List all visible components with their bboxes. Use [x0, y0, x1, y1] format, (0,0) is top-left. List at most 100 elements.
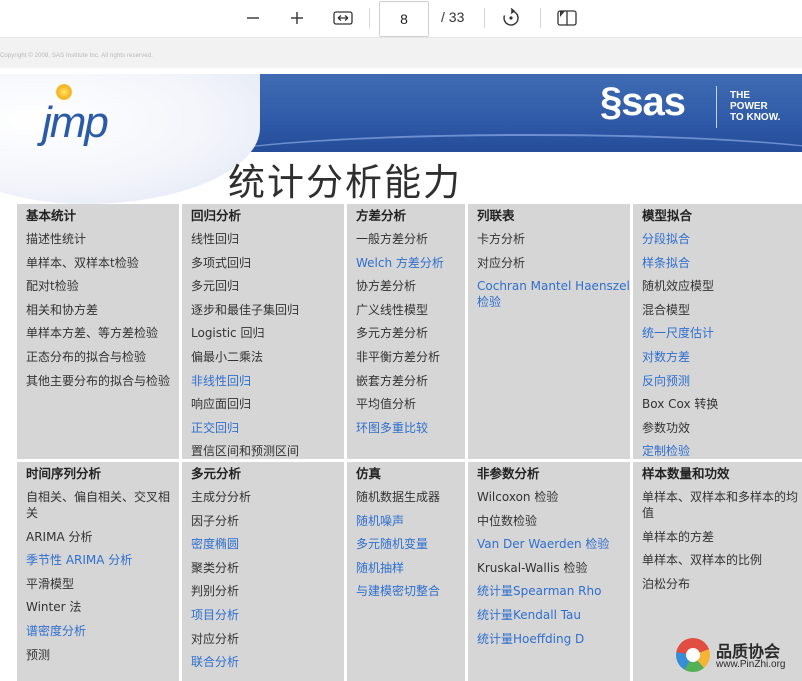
category-header: 多元分析 [191, 466, 242, 481]
feature-item: 随机效应模型 [642, 279, 715, 294]
feature-item: 单样本方差、等方差检验 [26, 326, 159, 341]
feature-item: 单样本、双样本的比例 [642, 553, 763, 568]
feature-link[interactable]: 密度椭圆 [191, 536, 344, 552]
feature-item: 正态分布的拟合与检验 [26, 349, 147, 364]
feature-item: 多元方差分析 [356, 326, 429, 341]
feature-link[interactable]: 统一尺度估计 [642, 325, 802, 341]
category-header: 基本统计 [26, 208, 77, 223]
feature-link[interactable]: 季节性 ARIMA 分析 [26, 552, 179, 568]
feature-link[interactable]: Van Der Waerden 检验 [477, 536, 630, 552]
category-cell: 非参数分析 Wilcoxon 检验 中位数检验 Van Der Waerden 检验 K… [468, 462, 630, 681]
flower-logo-icon [676, 638, 710, 672]
feature-item: 平滑模型 [26, 576, 75, 591]
feature-link[interactable]: 样条拟合 [642, 255, 802, 271]
zoom-in-button[interactable] [284, 6, 310, 30]
feature-link[interactable]: 统计量Kendall Tau [477, 607, 630, 623]
category-header: 样本数量和功效 [642, 466, 730, 481]
feature-item: 主成分分析 [191, 490, 252, 504]
feature-item: 描述性统计 [26, 232, 87, 246]
feature-link[interactable]: 与建模密切整合 [356, 583, 465, 599]
feature-item: 卡方分析 [477, 232, 526, 246]
feature-item: 平均值分析 [356, 397, 417, 412]
feature-item: 因子分析 [191, 513, 240, 528]
feature-item: 线性回归 [191, 232, 240, 246]
feature-item: 对应分析 [191, 631, 240, 646]
pdf-toolbar: 8 / 33 [0, 0, 802, 38]
feature-link[interactable]: 联合分析 [191, 654, 344, 670]
page-total: / 33 [441, 9, 465, 25]
category-header: 模型拟合 [642, 208, 693, 223]
table-row: 基本统计 描述性统计 单样本、双样本t检验 配对t检验 相关和协方差 单样本方差、等方差检… [17, 204, 802, 459]
feature-link[interactable]: 定制检验 [642, 443, 802, 459]
rotate-icon [503, 8, 519, 26]
feature-item: 协方差分析 [356, 279, 417, 294]
feature-item: 多元回归 [191, 279, 240, 294]
feature-link[interactable]: 随机抽样 [356, 560, 465, 576]
feature-link[interactable]: Cochran Mantel Haenszel 检验 [477, 278, 630, 310]
category-header: 仿真 [356, 466, 382, 481]
sas-tagline-line: POWER [730, 101, 768, 112]
sas-tagline-line: THE [730, 90, 750, 101]
sas-tagline-line: TO KNOW. [730, 112, 781, 123]
rotate-button[interactable] [498, 6, 524, 30]
feature-item: 判别分析 [191, 584, 240, 599]
category-header: 非参数分析 [477, 466, 540, 481]
feature-link[interactable]: 反向预测 [642, 373, 802, 389]
category-cell: 仿真 随机数据生成器 随机噪声 多元随机变量 随机抽样 与建模密切整合 [347, 462, 465, 681]
feature-link[interactable]: 正交回归 [191, 420, 344, 436]
feature-link[interactable]: 谱密度分析 [26, 623, 179, 639]
feature-link[interactable]: Welch 方差分析 [356, 255, 465, 271]
category-cell: 模型拟合 分段拟合 样条拟合 随机效应模型 混合模型 统一尺度估计 对数方差 反向预测 Box … [633, 204, 802, 459]
feature-item: 单样本、双样本和多样本的均值 [642, 490, 799, 520]
feature-link[interactable]: 统计量Spearman Rho [477, 583, 630, 599]
slide-banner: jmp §sas THE POWER TO KNOW. 统计分析能力 [0, 74, 802, 204]
category-cell: 回归分析线性回归多项式回归多元回归逐步和最佳子集回归 Logistic 回归 偏最小… [182, 204, 344, 459]
fit-width-icon [333, 11, 353, 25]
feature-item: 中位数检验 [477, 513, 538, 528]
watermark-url: www.PinZhi.org [716, 659, 786, 670]
sas-tagline: THE POWER TO KNOW. [730, 90, 780, 123]
jmp-logo: jmp [42, 98, 109, 147]
feature-item: 对应分析 [477, 255, 526, 270]
watermark: 品质协会 www.PinZhi.org [676, 634, 802, 677]
feature-item: Kruskal-Wallis 检验 [477, 560, 588, 575]
feature-item: 预测 [26, 647, 51, 662]
category-header: 方差分析 [356, 208, 407, 223]
feature-item: 偏最小二乘法 [191, 349, 264, 364]
feature-item: 逐步和最佳子集回归 [191, 302, 300, 317]
feature-link[interactable]: 项目分析 [191, 607, 344, 623]
feature-item: 置信区间和预测区间 [191, 444, 300, 459]
page-view-button[interactable] [554, 6, 580, 30]
feature-item: 相关和协方差 [26, 302, 99, 317]
feature-item: 多项式回归 [191, 255, 252, 270]
plus-icon [291, 12, 303, 24]
feature-item: 一般方差分析 [356, 232, 429, 246]
feature-item: 参数功效 [642, 420, 691, 435]
page-title: 统计分析能力 [228, 161, 462, 204]
feature-item: Logistic 回归 [191, 326, 265, 341]
feature-item: 单样本的方差 [642, 529, 715, 544]
feature-item: Winter 法 [26, 600, 82, 615]
feature-item: 非平衡方差分析 [356, 349, 441, 364]
page-number-input[interactable]: 8 [379, 1, 429, 37]
zoom-out-button[interactable] [240, 6, 266, 30]
feature-link[interactable]: 统计量Hoeffding D [477, 631, 630, 647]
feature-link[interactable]: 多元随机变量 [356, 536, 465, 552]
feature-link[interactable]: 分段拟合 [642, 231, 802, 247]
category-header: 回归分析 [191, 208, 242, 223]
category-cell: 基本统计 描述性统计 单样本、双样本t检验 配对t检验 相关和协方差 单样本方差、等方差检… [17, 204, 179, 459]
feature-item: 聚类分析 [191, 560, 240, 575]
category-cell: 列联表 卡方分析 对应分析 Cochran Mantel Haenszel 检验 [468, 204, 630, 459]
copyright-text: Copyright © 2008, SAS Institute Inc. All… [0, 53, 153, 59]
category-cell: 方差分析 一般方差分析 Welch 方差分析 协方差分析 广义线性模型 多元方差分析 非平衡… [347, 204, 465, 459]
feature-link[interactable]: 环图多重比较 [356, 420, 465, 436]
category-cell: 时间序列分析 自相关、偏自相关、交叉相关 ARIMA 分析 季节性 ARIMA 分析平… [17, 462, 179, 681]
feature-item: 配对t检验 [26, 279, 79, 294]
feature-item: 其他主要分布的拟合与检验 [26, 373, 171, 388]
feature-link[interactable]: 随机噪声 [356, 513, 465, 529]
feature-link[interactable]: 非线性回归 [191, 373, 344, 389]
fit-width-button[interactable] [330, 6, 356, 30]
feature-link[interactable]: 对数方差 [642, 349, 802, 365]
feature-item: 自相关、偏自相关、交叉相关 [26, 490, 171, 520]
feature-item: 嵌套方差分析 [356, 373, 429, 388]
